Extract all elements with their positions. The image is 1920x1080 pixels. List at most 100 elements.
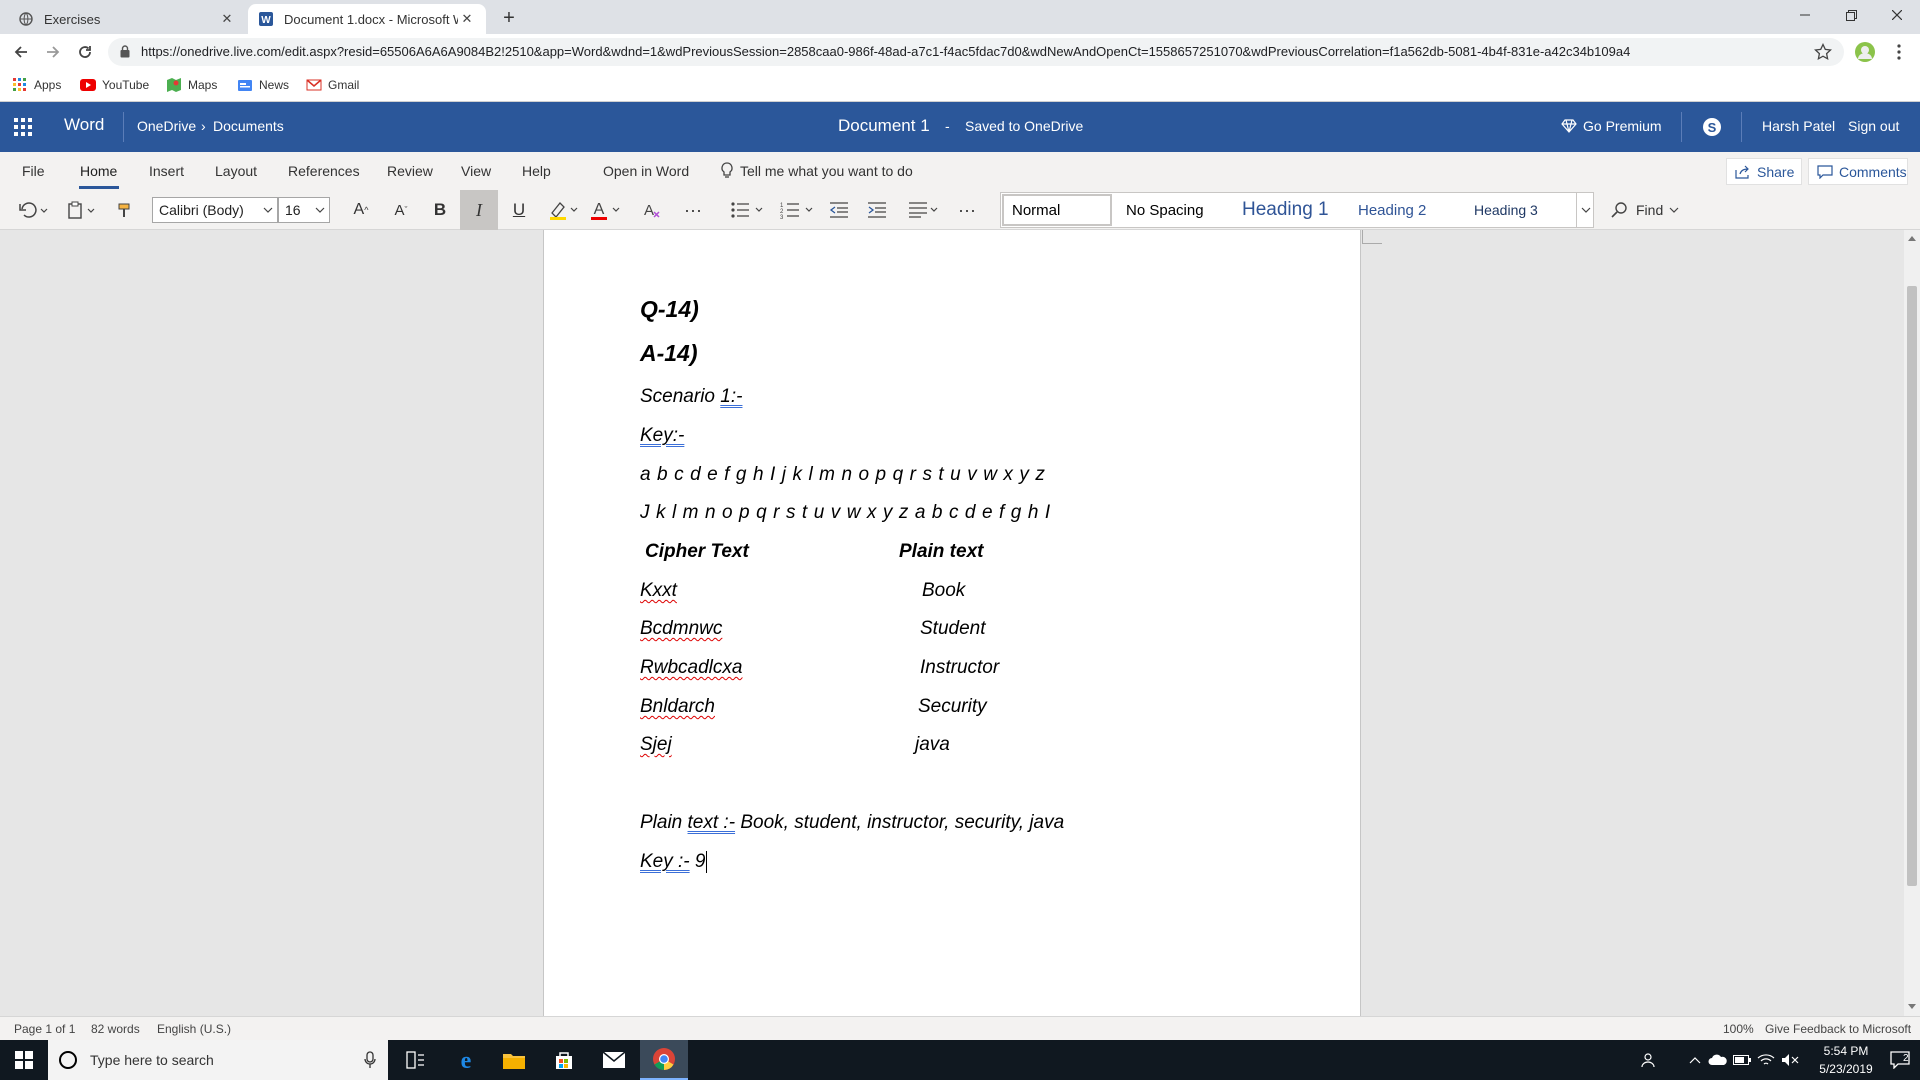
battery-icon[interactable] — [1730, 1040, 1754, 1080]
comments-button[interactable]: Comments — [1808, 158, 1908, 185]
font-name-dropdown[interactable]: Calibri (Body) — [152, 197, 278, 223]
menu-dots-icon[interactable] — [1886, 39, 1912, 65]
reload-button[interactable] — [72, 39, 98, 65]
word-count[interactable]: 82 words — [91, 1022, 140, 1036]
app-launcher-icon[interactable] — [14, 118, 32, 136]
tab-review[interactable]: Review — [387, 163, 433, 179]
bookmark-news[interactable]: News — [237, 77, 289, 93]
breadcrumb-onedrive[interactable]: OneDrive — [137, 118, 196, 134]
numbering-button[interactable]: 123 — [778, 196, 818, 224]
bookmark-gmail[interactable]: Gmail — [306, 77, 359, 93]
breadcrumb-documents[interactable]: Documents — [213, 118, 284, 134]
language[interactable]: English (U.S.) — [157, 1022, 231, 1036]
task-view-icon[interactable] — [392, 1040, 440, 1080]
onedrive-icon[interactable] — [1706, 1040, 1730, 1080]
font-size-dropdown[interactable]: 16 — [278, 197, 330, 223]
more-font-options-icon[interactable]: ··· — [680, 196, 706, 224]
chevron-up-icon[interactable] — [1684, 1040, 1706, 1080]
share-button[interactable]: Share — [1726, 158, 1802, 185]
restore-button[interactable] — [1828, 0, 1874, 30]
close-window-button[interactable] — [1874, 0, 1920, 30]
taskbar-search-box[interactable]: Type here to search — [48, 1040, 388, 1080]
italic-button[interactable]: I — [460, 190, 498, 230]
document-title[interactable]: Document 1 — [838, 116, 930, 136]
browser-tab-document[interactable]: W Document 1.docx - Microsoft Wo ✕ — [248, 4, 486, 34]
wifi-icon[interactable] — [1754, 1040, 1778, 1080]
tab-layout[interactable]: Layout — [215, 163, 257, 179]
alignment-button[interactable] — [906, 196, 942, 224]
font-color-button[interactable]: A — [588, 196, 624, 224]
format-painter-icon[interactable] — [112, 196, 138, 224]
sign-out-link[interactable]: Sign out — [1848, 118, 1899, 134]
tab-file[interactable]: File — [22, 163, 45, 179]
document-canvas[interactable]: Q-14) A-14) Scenario 1:- Key:- a b c d e… — [0, 230, 1920, 1016]
people-icon[interactable] — [1636, 1040, 1662, 1080]
user-name[interactable]: Harsh Patel — [1762, 118, 1835, 134]
style-heading-2[interactable]: Heading 2 — [1346, 192, 1466, 228]
minimize-button[interactable] — [1782, 0, 1828, 30]
bookmark-maps[interactable]: Maps — [166, 77, 217, 93]
new-tab-button[interactable]: + — [498, 7, 520, 29]
star-icon[interactable] — [1814, 43, 1832, 61]
undo-button[interactable] — [14, 196, 52, 224]
word-logo-icon: W — [258, 11, 274, 27]
browser-tab-strip: Exercises ✕ W Document 1.docx - Microsof… — [0, 0, 1920, 34]
edge-browser-icon[interactable]: e — [442, 1040, 490, 1080]
bookmark-apps[interactable]: Apps — [12, 77, 61, 93]
mail-icon[interactable] — [590, 1040, 638, 1080]
page-margin-mark — [1362, 230, 1382, 244]
volume-muted-icon[interactable] — [1778, 1040, 1802, 1080]
tab-home[interactable]: Home — [80, 163, 117, 179]
chrome-taskbar-icon[interactable] — [640, 1040, 688, 1080]
file-explorer-icon[interactable] — [490, 1040, 538, 1080]
shrink-font-button[interactable]: Aˇ — [388, 196, 414, 224]
back-button[interactable] — [8, 39, 34, 65]
profile-avatar[interactable] — [1852, 39, 1878, 65]
scroll-down-arrow-icon[interactable] — [1908, 1004, 1916, 1009]
grow-font-button[interactable]: A ^ — [348, 196, 374, 224]
go-premium-link[interactable]: Go Premium — [1583, 118, 1662, 134]
decrease-indent-icon[interactable] — [826, 196, 852, 224]
tell-me-search[interactable]: Tell me what you want to do — [740, 163, 913, 179]
find-button[interactable]: Find — [1610, 196, 1686, 224]
underline-button[interactable]: U — [504, 196, 534, 224]
bold-button[interactable]: B — [426, 196, 454, 224]
style-heading-1[interactable]: Heading 1 — [1230, 192, 1356, 228]
scrollbar-thumb[interactable] — [1907, 286, 1917, 886]
document-page[interactable]: Q-14) A-14) Scenario 1:- Key:- a b c d e… — [543, 230, 1382, 1016]
address-bar[interactable]: https://onedrive.live.com/edit.aspx?resi… — [108, 38, 1844, 66]
highlight-color-button[interactable] — [546, 196, 582, 224]
zoom-level[interactable]: 100% — [1723, 1022, 1754, 1036]
vertical-scrollbar[interactable] — [1904, 230, 1920, 1016]
increase-indent-icon[interactable] — [864, 196, 890, 224]
windows-start-icon[interactable] — [0, 1040, 48, 1080]
tab-open-in-word[interactable]: Open in Word — [603, 163, 689, 179]
tab-help[interactable]: Help — [522, 163, 551, 179]
close-tab-icon[interactable]: ✕ — [458, 10, 476, 28]
notification-center-icon[interactable]: 2 — [1880, 1040, 1920, 1080]
tab-insert[interactable]: Insert — [149, 163, 184, 179]
forward-button[interactable] — [40, 39, 66, 65]
bookmark-youtube[interactable]: YouTube — [80, 77, 149, 93]
bullets-button[interactable] — [728, 196, 768, 224]
store-icon[interactable] — [540, 1040, 588, 1080]
skype-icon[interactable]: S — [1702, 117, 1722, 137]
style-normal[interactable]: Normal — [1000, 192, 1112, 228]
browser-tab-exercises[interactable]: Exercises ✕ — [8, 4, 246, 34]
tab-title: Exercises — [44, 11, 101, 27]
close-tab-icon[interactable]: ✕ — [218, 10, 236, 28]
clear-formatting-icon[interactable]: A — [638, 196, 666, 224]
system-clock[interactable]: 5:54 PM 5/23/2019 — [1806, 1042, 1886, 1078]
tab-view[interactable]: View — [461, 163, 491, 179]
style-heading-3[interactable]: Heading 3 — [1462, 192, 1582, 228]
scroll-up-arrow-icon[interactable] — [1908, 236, 1916, 241]
style-no-spacing[interactable]: No Spacing — [1114, 192, 1234, 228]
tab-references[interactable]: References — [288, 163, 360, 179]
news-icon — [237, 77, 253, 93]
more-paragraph-options-icon[interactable]: ··· — [954, 196, 980, 224]
paste-button[interactable] — [64, 196, 100, 224]
app-name[interactable]: Word — [64, 115, 104, 135]
divider — [1741, 112, 1742, 142]
feedback-link[interactable]: Give Feedback to Microsoft — [1765, 1022, 1911, 1036]
styles-expand-button[interactable] — [1576, 192, 1594, 228]
